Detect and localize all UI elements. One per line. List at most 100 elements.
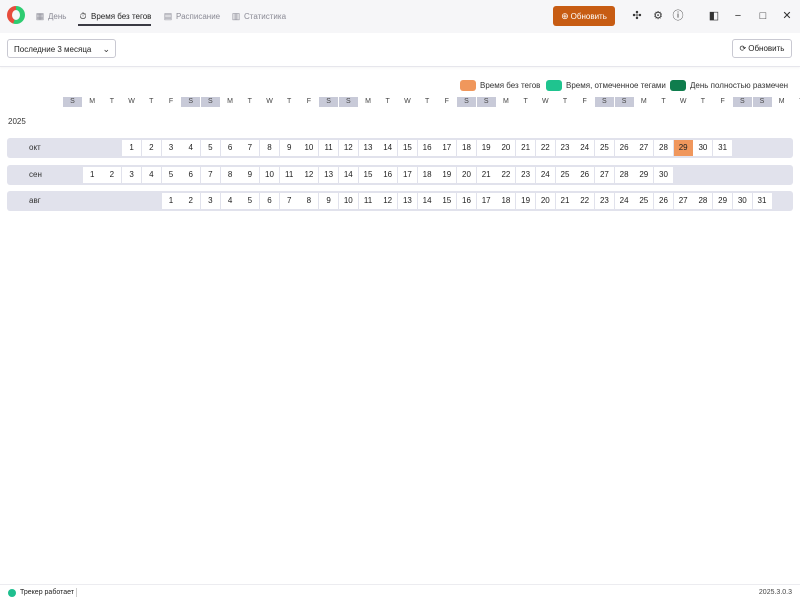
day-cell[interactable]: 2 xyxy=(102,167,122,183)
day-cell[interactable]: 26 xyxy=(654,193,673,209)
day-cell[interactable]: 11 xyxy=(279,167,299,183)
day-cell[interactable]: 27 xyxy=(673,193,693,209)
day-cell[interactable]: 2 xyxy=(141,140,161,156)
day-cell[interactable]: 6 xyxy=(181,167,201,183)
refresh-top-button[interactable]: ⊕ Обновить xyxy=(553,6,615,26)
day-cell[interactable]: 16 xyxy=(457,193,476,209)
day-cell[interactable]: 5 xyxy=(200,140,220,156)
day-cell[interactable]: 23 xyxy=(555,140,575,156)
day-cell[interactable]: 25 xyxy=(634,193,654,209)
day-cell[interactable]: 11 xyxy=(319,140,339,156)
window-layout-icon[interactable]: ◧ xyxy=(707,9,721,23)
day-cell-untagged[interactable]: 29 xyxy=(673,140,693,156)
day-cell[interactable]: 7 xyxy=(200,167,220,183)
day-cell[interactable]: 18 xyxy=(417,167,437,183)
day-cell[interactable]: 22 xyxy=(496,167,516,183)
day-cell[interactable]: 13 xyxy=(397,193,417,209)
day-cell[interactable]: 29 xyxy=(713,193,733,209)
day-cell[interactable]: 15 xyxy=(358,167,378,183)
day-cell[interactable]: 8 xyxy=(299,193,319,209)
refresh-button[interactable]: ⟳ Обновить xyxy=(732,39,792,58)
day-cell[interactable]: 18 xyxy=(496,193,516,209)
day-cell[interactable]: 21 xyxy=(476,167,496,183)
day-cell[interactable]: 28 xyxy=(614,167,634,183)
day-cell[interactable]: 12 xyxy=(378,193,398,209)
day-cell[interactable]: 24 xyxy=(614,193,634,209)
puzzle-icon[interactable]: ✣ xyxy=(630,9,644,23)
day-cell[interactable]: 6 xyxy=(220,140,240,156)
day-cell[interactable]: 14 xyxy=(378,140,398,156)
day-cell[interactable]: 17 xyxy=(437,140,457,156)
date-range-select[interactable]: Последние 3 месяца ⌄ xyxy=(7,39,116,58)
day-cell[interactable]: 20 xyxy=(496,140,516,156)
day-cell[interactable]: 3 xyxy=(161,140,181,156)
day-cell[interactable]: 11 xyxy=(358,193,378,209)
day-cell[interactable]: 9 xyxy=(279,140,299,156)
day-cell[interactable]: 22 xyxy=(575,193,595,209)
day-cell[interactable]: 4 xyxy=(181,140,201,156)
day-cell[interactable]: 17 xyxy=(476,193,496,209)
info-icon[interactable]: ⓘ xyxy=(671,9,685,23)
day-cell[interactable]: 26 xyxy=(575,167,595,183)
tab-statistics[interactable]: ▥ Статистика xyxy=(231,0,286,32)
day-cell[interactable]: 31 xyxy=(752,193,772,209)
day-cell[interactable]: 28 xyxy=(654,140,673,156)
close-button[interactable]: ✕ xyxy=(780,9,794,23)
day-cell[interactable]: 7 xyxy=(279,193,299,209)
day-cell[interactable]: 26 xyxy=(614,140,634,156)
day-cell[interactable]: 27 xyxy=(634,140,654,156)
day-cell[interactable]: 31 xyxy=(713,140,733,156)
day-cell[interactable]: 29 xyxy=(634,167,654,183)
day-cell[interactable]: 10 xyxy=(338,193,358,209)
day-cell[interactable]: 10 xyxy=(299,140,319,156)
day-cell[interactable]: 8 xyxy=(260,140,279,156)
day-cell[interactable]: 21 xyxy=(555,193,575,209)
day-cell[interactable]: 24 xyxy=(575,140,595,156)
day-cell[interactable]: 23 xyxy=(516,167,536,183)
day-cell[interactable]: 5 xyxy=(240,193,260,209)
day-cell[interactable]: 3 xyxy=(200,193,220,209)
day-cell[interactable]: 13 xyxy=(358,140,378,156)
day-cell[interactable]: 19 xyxy=(516,193,536,209)
day-cell[interactable]: 22 xyxy=(535,140,555,156)
day-cell[interactable]: 1 xyxy=(82,167,102,183)
day-cell[interactable]: 25 xyxy=(555,167,575,183)
day-cell[interactable]: 19 xyxy=(437,167,457,183)
day-cell[interactable]: 14 xyxy=(417,193,437,209)
day-cell[interactable]: 25 xyxy=(594,140,614,156)
tab-untagged-time[interactable]: ⏱ Время без тегов xyxy=(78,0,152,32)
day-cell[interactable]: 9 xyxy=(240,167,260,183)
day-cell[interactable]: 30 xyxy=(732,193,752,209)
day-cell[interactable]: 1 xyxy=(161,193,181,209)
day-cell[interactable]: 30 xyxy=(654,167,673,183)
day-cell[interactable]: 24 xyxy=(535,167,555,183)
day-cell[interactable]: 20 xyxy=(535,193,555,209)
day-cell[interactable]: 12 xyxy=(299,167,319,183)
day-cell[interactable]: 2 xyxy=(181,193,201,209)
day-cell[interactable]: 16 xyxy=(378,167,398,183)
day-cell[interactable]: 15 xyxy=(437,193,457,209)
day-cell[interactable]: 28 xyxy=(693,193,713,209)
day-cell[interactable]: 15 xyxy=(397,140,417,156)
day-cell[interactable]: 4 xyxy=(141,167,161,183)
maximize-button[interactable]: □ xyxy=(756,9,770,23)
day-cell[interactable]: 18 xyxy=(457,140,476,156)
day-cell[interactable]: 3 xyxy=(122,167,142,183)
day-cell[interactable]: 17 xyxy=(397,167,417,183)
day-cell[interactable]: 10 xyxy=(260,167,279,183)
day-cell[interactable]: 16 xyxy=(417,140,437,156)
day-cell[interactable]: 5 xyxy=(161,167,181,183)
day-cell[interactable]: 19 xyxy=(476,140,496,156)
day-cell[interactable]: 4 xyxy=(220,193,240,209)
day-cell[interactable]: 21 xyxy=(516,140,536,156)
tab-schedule[interactable]: ▤ Расписание xyxy=(163,0,220,32)
day-cell[interactable]: 14 xyxy=(338,167,358,183)
day-cell[interactable]: 1 xyxy=(122,140,142,156)
day-cell[interactable]: 8 xyxy=(220,167,240,183)
day-cell[interactable]: 23 xyxy=(594,193,614,209)
day-cell[interactable]: 7 xyxy=(240,140,260,156)
day-cell[interactable]: 6 xyxy=(260,193,279,209)
day-cell[interactable]: 30 xyxy=(693,140,713,156)
day-cell[interactable]: 12 xyxy=(338,140,358,156)
day-cell[interactable]: 9 xyxy=(319,193,339,209)
